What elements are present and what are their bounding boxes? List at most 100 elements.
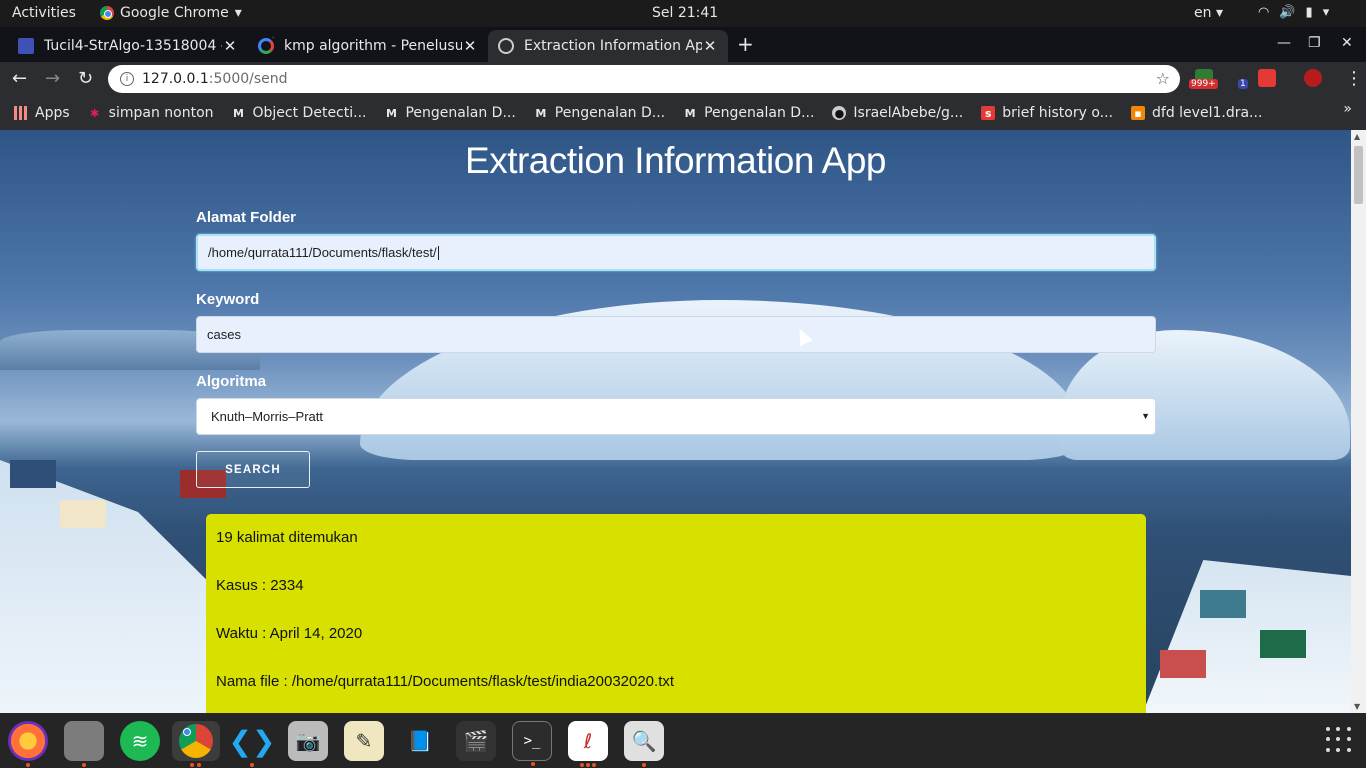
github-icon: ●: [832, 106, 847, 120]
bookmark-label: Pengenalan D...: [554, 105, 666, 121]
maximize-button[interactable]: ❐: [1308, 35, 1321, 51]
window-close-button[interactable]: ✕: [1341, 35, 1353, 51]
bookmark-item[interactable]: s brief history o...: [981, 105, 1113, 121]
language-indicator[interactable]: en ▾: [1194, 5, 1223, 21]
result-filename: Nama file : /home/qurrata111/Documents/f…: [216, 673, 675, 690]
chrome-logo: [179, 724, 213, 758]
folder-label: Alamat Folder: [196, 209, 297, 226]
reload-button[interactable]: ↻: [78, 68, 93, 89]
chrome-icon: [100, 6, 114, 20]
folder-path-value: /home/qurrata111/Documents/flask/test/: [208, 245, 437, 260]
background-house: [1160, 650, 1206, 678]
spotify-icon[interactable]: ≋: [120, 721, 160, 761]
text-caret: [437, 245, 439, 260]
algorithm-label: Algoritma: [196, 373, 267, 390]
algorithm-select[interactable]: Knuth–Morris–Pratt ▼: [196, 398, 1156, 435]
page-content: Extraction Information App Alamat Folder…: [0, 130, 1351, 713]
files-icon[interactable]: [64, 721, 104, 767]
bookmark-item[interactable]: M Object Detecti...: [232, 105, 367, 121]
app-menu[interactable]: Google Chrome ▾: [100, 5, 242, 21]
scrollbar-thumb[interactable]: [1354, 146, 1363, 204]
terminal-icon[interactable]: >_: [512, 721, 552, 766]
bookmark-item[interactable]: M Pengenalan D...: [683, 105, 815, 121]
apps-grid-icon: [14, 106, 28, 120]
folder-path-input[interactable]: /home/qurrata111/Documents/flask/test/: [196, 234, 1156, 271]
bookmark-item[interactable]: ✱ simpan nonton: [88, 105, 213, 121]
battery-icon: ▮: [1305, 5, 1313, 20]
book-icon[interactable]: 📘: [400, 721, 440, 761]
clock[interactable]: Sel 21:41: [652, 5, 718, 21]
minimize-button[interactable]: —: [1277, 35, 1291, 51]
bookmark-item[interactable]: M Pengenalan D...: [384, 105, 516, 121]
extension-counter-icon[interactable]: 1: [1236, 69, 1254, 89]
bookmark-item[interactable]: M Pengenalan D...: [534, 105, 665, 121]
running-indicator: [586, 763, 590, 767]
extension-chat-icon[interactable]: 999+: [1189, 69, 1218, 89]
result-card: 19 kalimat ditemukan Kasus : 2334 Waktu …: [206, 514, 1146, 713]
extension-mail-icon[interactable]: [1258, 69, 1276, 87]
running-indicator: [642, 763, 646, 767]
chevron-right-icon[interactable]: »: [1343, 101, 1352, 117]
bookmark-item[interactable]: ● IsraelAbebe/g...: [832, 105, 963, 121]
bookmark-label: IsraelAbebe/g...: [853, 105, 964, 121]
medium-icon: M: [386, 106, 397, 120]
tab-extraction-app[interactable]: Extraction Information Ap ✕: [488, 30, 728, 62]
running-indicator: [190, 763, 194, 767]
bookmark-apps[interactable]: Apps: [14, 105, 70, 121]
running-indicator: [580, 763, 584, 767]
scroll-up-icon[interactable]: ▲: [1354, 132, 1360, 141]
close-icon[interactable]: ✕: [702, 37, 718, 55]
background-snow-hill: [1140, 560, 1351, 713]
tab-kmp-search[interactable]: kmp algorithm - Penelusu ✕: [248, 30, 488, 62]
bookmark-label: brief history o...: [1002, 105, 1114, 121]
speakerdeck-icon: s: [981, 106, 996, 120]
bookmark-item[interactable]: ▪ dfd level1.dra...: [1131, 105, 1262, 121]
google-icon: [258, 38, 274, 54]
camera-icon[interactable]: 📷: [288, 721, 328, 761]
forward-button[interactable]: →: [45, 68, 60, 89]
info-icon[interactable]: i: [120, 72, 134, 86]
activities-button[interactable]: Activities: [12, 5, 76, 21]
chrome-icon[interactable]: [172, 721, 220, 767]
result-date: Waktu : April 14, 2020: [216, 625, 363, 642]
medium-icon: M: [233, 106, 244, 120]
running-indicator: [82, 763, 86, 767]
slack-icon: ✱: [90, 106, 100, 120]
new-tab-button[interactable]: +: [737, 32, 754, 56]
chrome-menu-icon[interactable]: ⋮: [1345, 68, 1363, 89]
close-icon[interactable]: ✕: [222, 37, 238, 55]
back-button[interactable]: ←: [12, 68, 27, 89]
page-scrollbar[interactable]: ▲ ▼: [1351, 130, 1366, 713]
tab-strip: Tucil4-StrAlgo-13518004 - ✕ kmp algorith…: [0, 27, 1366, 62]
background-house: [1260, 630, 1306, 658]
vscode-icon[interactable]: ❮❯: [229, 721, 275, 767]
pdf-viewer-icon[interactable]: ℓ: [568, 721, 608, 767]
chevron-down-icon: ▾: [1322, 5, 1330, 20]
bookmark-label: Object Detecti...: [252, 105, 367, 121]
video-editor-icon[interactable]: 🎬: [456, 721, 496, 761]
close-icon[interactable]: ✕: [462, 37, 478, 55]
image-viewer-icon[interactable]: 🔍: [624, 721, 664, 767]
keyword-input[interactable]: cases: [196, 316, 1156, 353]
notification-badge: 1: [1238, 79, 1248, 89]
show-applications-button[interactable]: [1326, 727, 1352, 753]
address-bar[interactable]: i 127.0.0.1:5000/send ☆: [108, 65, 1180, 93]
volume-icon: 🔊: [1279, 5, 1296, 20]
wifi-icon: ◠: [1258, 5, 1270, 20]
extension-record-icon[interactable]: [1304, 69, 1322, 87]
docs-icon: [18, 38, 34, 54]
system-tray[interactable]: ◠ 🔊 ▮ ▾: [1258, 5, 1329, 20]
firefox-icon[interactable]: [8, 721, 48, 767]
tab-title: Extraction Information Ap: [524, 38, 702, 54]
star-icon[interactable]: ☆: [1156, 69, 1170, 88]
running-indicator: [531, 762, 535, 766]
page-title: Extraction Information App: [465, 140, 886, 181]
scroll-down-icon[interactable]: ▼: [1354, 702, 1360, 711]
text-editor-icon[interactable]: ✎: [344, 721, 384, 761]
search-button[interactable]: SEARCH: [196, 451, 310, 488]
background-house: [60, 500, 106, 528]
notification-badge: 999+: [1189, 79, 1218, 89]
tab-tucil[interactable]: Tucil4-StrAlgo-13518004 - ✕: [8, 30, 248, 62]
bookmark-label: Pengenalan D...: [704, 105, 815, 121]
browser-toolbar: ← → ↻ i 127.0.0.1:5000/send ☆ 999+ 1 ⋮: [0, 62, 1366, 96]
